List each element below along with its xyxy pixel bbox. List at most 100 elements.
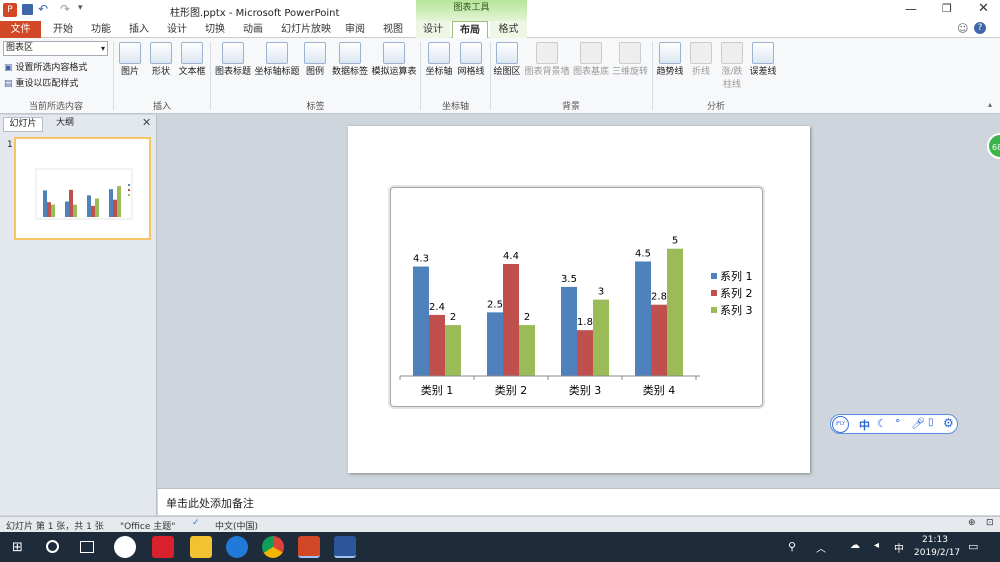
tab-slideshow[interactable]: 幻灯片放映 <box>276 21 336 38</box>
volume-icon[interactable]: ◂ <box>874 540 879 551</box>
chart-floor-button[interactable]: 图表基底 <box>571 42 611 77</box>
help-icon[interactable]: ? <box>974 22 986 34</box>
updown-bars-button[interactable]: 涨/跌 柱线 <box>717 42 747 90</box>
chart-wall-button[interactable]: 图表背景墙 <box>524 42 570 77</box>
tab-design[interactable]: 设计 <box>160 21 194 38</box>
tab-home[interactable]: 开始 <box>46 21 80 38</box>
picture-button[interactable]: 图片 <box>117 42 143 77</box>
3d-rotation-button[interactable]: 三维旋转 <box>612 42 648 77</box>
tab-chart-layout[interactable]: 布局 <box>452 21 488 38</box>
column-chart[interactable]: 4.3 2.4 2 2.5 4.4 2 3.5 1.8 3 4.5 2.8 5 类别 1 类别 2 类别 … <box>348 126 810 473</box>
data-labels-button[interactable]: 数据标签 <box>330 42 370 77</box>
tab-animations[interactable]: 动画 <box>236 21 270 38</box>
clock-date[interactable]: 2019/2/17 <box>914 548 960 558</box>
tab-transitions[interactable]: 切换 <box>198 21 232 38</box>
minimize-button[interactable]: — <box>905 2 917 16</box>
axis-titles-button[interactable]: 坐标轴标题 <box>254 42 300 77</box>
save-icon[interactable] <box>22 4 33 15</box>
clock-time[interactable]: 21:13 <box>922 535 948 545</box>
settings-icon[interactable]: ⚙ <box>943 416 954 430</box>
zoom-in-icon[interactable]: ⊕ <box>968 518 976 528</box>
spellcheck-icon[interactable]: ✓ <box>192 518 200 528</box>
people-icon[interactable]: ⚲ <box>788 540 796 553</box>
thumbnail-bar <box>47 202 51 217</box>
error-bars-button[interactable]: 误差线 <box>749 42 777 77</box>
app-icon[interactable]: P <box>3 3 17 17</box>
notification-icon[interactable]: ▭ <box>968 540 978 553</box>
app-pinwheel-icon[interactable] <box>114 536 136 558</box>
keyboard-icon[interactable]: ▯ <box>928 417 934 428</box>
tab-chart-design[interactable]: 设计 <box>416 21 450 38</box>
chart-element-dropdown[interactable]: 图表区 ▾ <box>3 41 108 56</box>
ime-mode[interactable]: 中 <box>859 417 870 433</box>
gridlines-button[interactable]: 网格线 <box>456 42 486 77</box>
plot-area-button[interactable]: 绘图区 <box>493 42 521 77</box>
reset-style-button[interactable]: ▤ 重设以匹配样式 <box>4 76 78 89</box>
app-red-icon[interactable] <box>152 536 174 558</box>
thumbnail-legend-swatch <box>128 184 130 186</box>
picture-label: 图片 <box>120 67 139 77</box>
tab-chart-format[interactable]: 格式 <box>490 21 527 38</box>
tab-view[interactable]: 视图 <box>376 21 410 38</box>
group-label-background: 背景 <box>561 102 580 112</box>
undo-icon[interactable]: ↶ <box>38 2 48 16</box>
quick-access-dropdown-icon[interactable]: ▾ <box>78 3 83 13</box>
start-icon[interactable]: ⊞ <box>12 540 23 555</box>
tray-chevron-icon[interactable]: ︿ <box>816 540 826 555</box>
chart-title-label: 图表标题 <box>214 67 251 77</box>
ime-logo[interactable]: iFLY <box>832 416 849 433</box>
slide-thumbnail[interactable] <box>14 137 151 240</box>
moon-icon[interactable]: ☾ <box>877 417 887 430</box>
trendline-button[interactable]: 趋势线 <box>655 42 685 77</box>
collapse-ribbon-icon[interactable]: ▴ <box>988 100 992 109</box>
chrome-icon[interactable] <box>262 536 284 558</box>
network-icon[interactable]: ☁ <box>850 540 860 551</box>
close-button[interactable]: ✕ <box>978 1 989 16</box>
restore-button[interactable]: ❐ <box>942 2 952 15</box>
ribbon-tabs: 文件 开始 功能 插入 设计 切换 动画 幻灯片放映 审阅 视图 设计 布局 格… <box>0 21 1000 38</box>
lines-button[interactable]: 折线 <box>688 42 714 77</box>
tab-outline[interactable]: 大纲 <box>45 117 85 132</box>
edge-icon[interactable] <box>226 536 248 558</box>
task-view-icon[interactable] <box>80 541 94 553</box>
tab-slides[interactable]: 幻灯片 <box>3 117 43 132</box>
data-table-icon <box>383 42 405 64</box>
tab-insert[interactable]: 插入 <box>122 21 156 38</box>
textbox-button[interactable]: 文本框 <box>177 42 207 77</box>
tab-review[interactable]: 审阅 <box>338 21 372 38</box>
language[interactable]: 中文(中国) <box>215 519 258 532</box>
file-explorer-icon[interactable] <box>190 536 212 558</box>
legend-button[interactable]: 图例 <box>302 42 328 77</box>
legend-swatch <box>711 307 717 313</box>
fit-slide-icon[interactable]: ⊡ <box>986 518 994 528</box>
search-icon[interactable] <box>46 540 59 553</box>
powerpoint-taskbar-icon[interactable] <box>298 536 320 558</box>
3d-rotation-label: 三维旋转 <box>612 67 649 77</box>
tab-features[interactable]: 功能 <box>84 21 118 38</box>
microphone-icon[interactable]: 🎤︎ <box>911 417 925 430</box>
chart-title-button[interactable]: 图表标题 <box>213 42 253 77</box>
notes-pane[interactable]: 单击此处添加备注 <box>158 488 1000 515</box>
bar <box>487 312 503 376</box>
shapes-button[interactable]: 形状 <box>147 42 175 77</box>
axes-button[interactable]: 坐标轴 <box>424 42 454 77</box>
category-label: 类别 4 <box>643 383 676 397</box>
ime-toolbar[interactable]: iFLY 中 ☾ ° 🎤︎ ▯ ⚙ <box>830 414 958 434</box>
thumbnail-legend-swatch <box>128 189 130 191</box>
data-table-button[interactable]: 模拟运算表 <box>371 42 417 77</box>
bar <box>667 248 683 376</box>
bar <box>577 330 593 376</box>
redo-icon[interactable]: ↷ <box>60 2 70 16</box>
smiley-icon[interactable]: ☺ <box>957 22 968 35</box>
slide-canvas[interactable]: 4.3 2.4 2 2.5 4.4 2 3.5 1.8 3 4.5 2.8 5 类别 1 类别 2 类别 … <box>348 126 810 473</box>
data-labels-label: 数据标签 <box>331 67 368 77</box>
format-selection-button[interactable]: ▣ 设置所选内容格式 <box>4 60 87 73</box>
close-pane-icon[interactable]: ✕ <box>142 116 151 129</box>
gridlines-icon <box>460 42 482 64</box>
bar <box>503 264 519 376</box>
tab-file[interactable]: 文件 <box>0 21 41 38</box>
word-taskbar-icon[interactable] <box>334 536 356 558</box>
punctuation-icon[interactable]: ° <box>895 417 901 430</box>
notes-placeholder[interactable]: 单击此处添加备注 <box>166 495 254 511</box>
ime-tray-icon[interactable]: 中 <box>894 540 904 555</box>
